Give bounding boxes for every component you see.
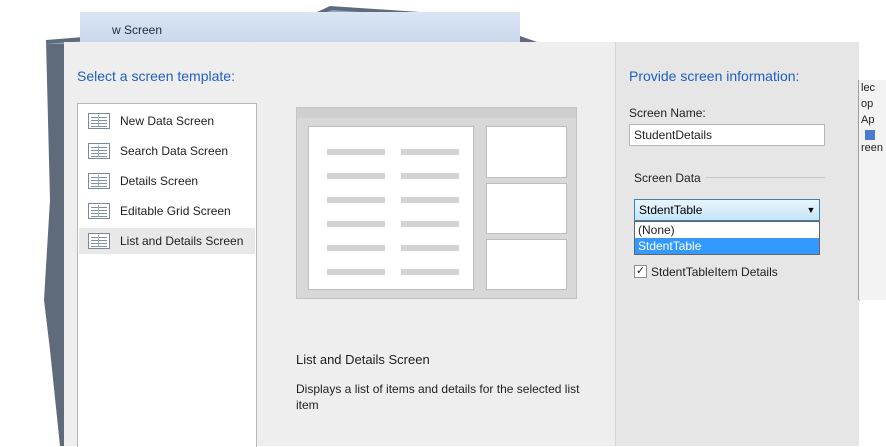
template-item-new-data-screen[interactable]: New Data Screen — [79, 108, 255, 134]
template-item-editable-grid-screen[interactable]: Editable Grid Screen — [79, 198, 255, 224]
preview-row-bar — [327, 269, 385, 275]
template-item-label: List and Details Screen — [120, 234, 244, 248]
template-description-text: Displays a list of items and details for… — [296, 382, 580, 412]
preview-row-bar — [401, 221, 459, 227]
preview-row-bar — [327, 149, 385, 155]
fragment-text: reen — [861, 142, 884, 154]
screen-data-selected-value: StdentTable — [639, 203, 703, 217]
property-icon — [865, 130, 875, 140]
preview-list-panel — [308, 126, 474, 290]
dialog-title: w Screen — [112, 23, 163, 37]
details-checkbox[interactable]: ✓ — [634, 265, 647, 278]
preview-detail-panel — [486, 183, 567, 234]
preview-row-bar — [401, 149, 459, 155]
screen-data-combobox[interactable]: StdentTable ▼ — [634, 199, 820, 221]
preview-row-bar — [327, 221, 385, 227]
fragment-text: op — [861, 98, 874, 110]
template-item-label: New Data Screen — [120, 114, 215, 128]
template-list[interactable]: New Data Screen Search Data Screen Detai… — [77, 103, 257, 447]
template-heading: Select a screen template: — [77, 68, 235, 84]
dropdown-option-none[interactable]: (None) — [635, 222, 819, 238]
preview-row-bar — [401, 197, 459, 203]
preview-row-bar — [327, 197, 385, 203]
fragment-text: Ap — [861, 114, 875, 126]
preview-row-bar — [401, 173, 459, 179]
group-divider — [706, 177, 825, 178]
fragment-text: lec — [861, 82, 876, 94]
screen-data-dropdown-list[interactable]: (None) StdentTable — [634, 221, 820, 255]
template-item-label: Details Screen — [120, 174, 199, 188]
grid-template-icon — [88, 203, 110, 219]
template-description-title: List and Details Screen — [296, 352, 430, 367]
template-item-list-and-details-screen[interactable]: List and Details Screen — [79, 228, 255, 254]
preview-detail-panel — [486, 239, 567, 290]
checkmark-icon: ✓ — [635, 265, 646, 277]
details-checkbox-label[interactable]: StdentTableItem Details — [651, 265, 778, 279]
preview-row-bar — [327, 245, 385, 251]
template-item-search-data-screen[interactable]: Search Data Screen — [79, 138, 255, 164]
template-item-label: Editable Grid Screen — [120, 204, 231, 218]
chevron-down-icon[interactable]: ▼ — [803, 205, 819, 215]
preview-row-bar — [401, 245, 459, 251]
template-preview — [296, 107, 577, 299]
list-details-template-icon — [88, 233, 110, 249]
template-item-details-screen[interactable]: Details Screen — [79, 168, 255, 194]
preview-detail-panel — [486, 126, 567, 178]
background-window-fragment: lec op Ap reen — [858, 80, 886, 300]
dropdown-option-stdenttable[interactable]: StdentTable — [635, 238, 819, 254]
screen-template-icon — [88, 173, 110, 189]
preview-row-bar — [401, 269, 459, 275]
preview-header-band — [297, 108, 576, 118]
screen-template-icon — [88, 143, 110, 159]
screen-info-heading: Provide screen information: — [629, 68, 800, 84]
preview-row-bar — [327, 173, 385, 179]
screen-template-icon — [88, 113, 110, 129]
screen-name-input[interactable] — [629, 124, 825, 146]
template-item-label: Search Data Screen — [120, 144, 229, 158]
screen-name-label: Screen Name: — [629, 106, 706, 120]
screen-data-group-label: Screen Data — [634, 171, 701, 185]
